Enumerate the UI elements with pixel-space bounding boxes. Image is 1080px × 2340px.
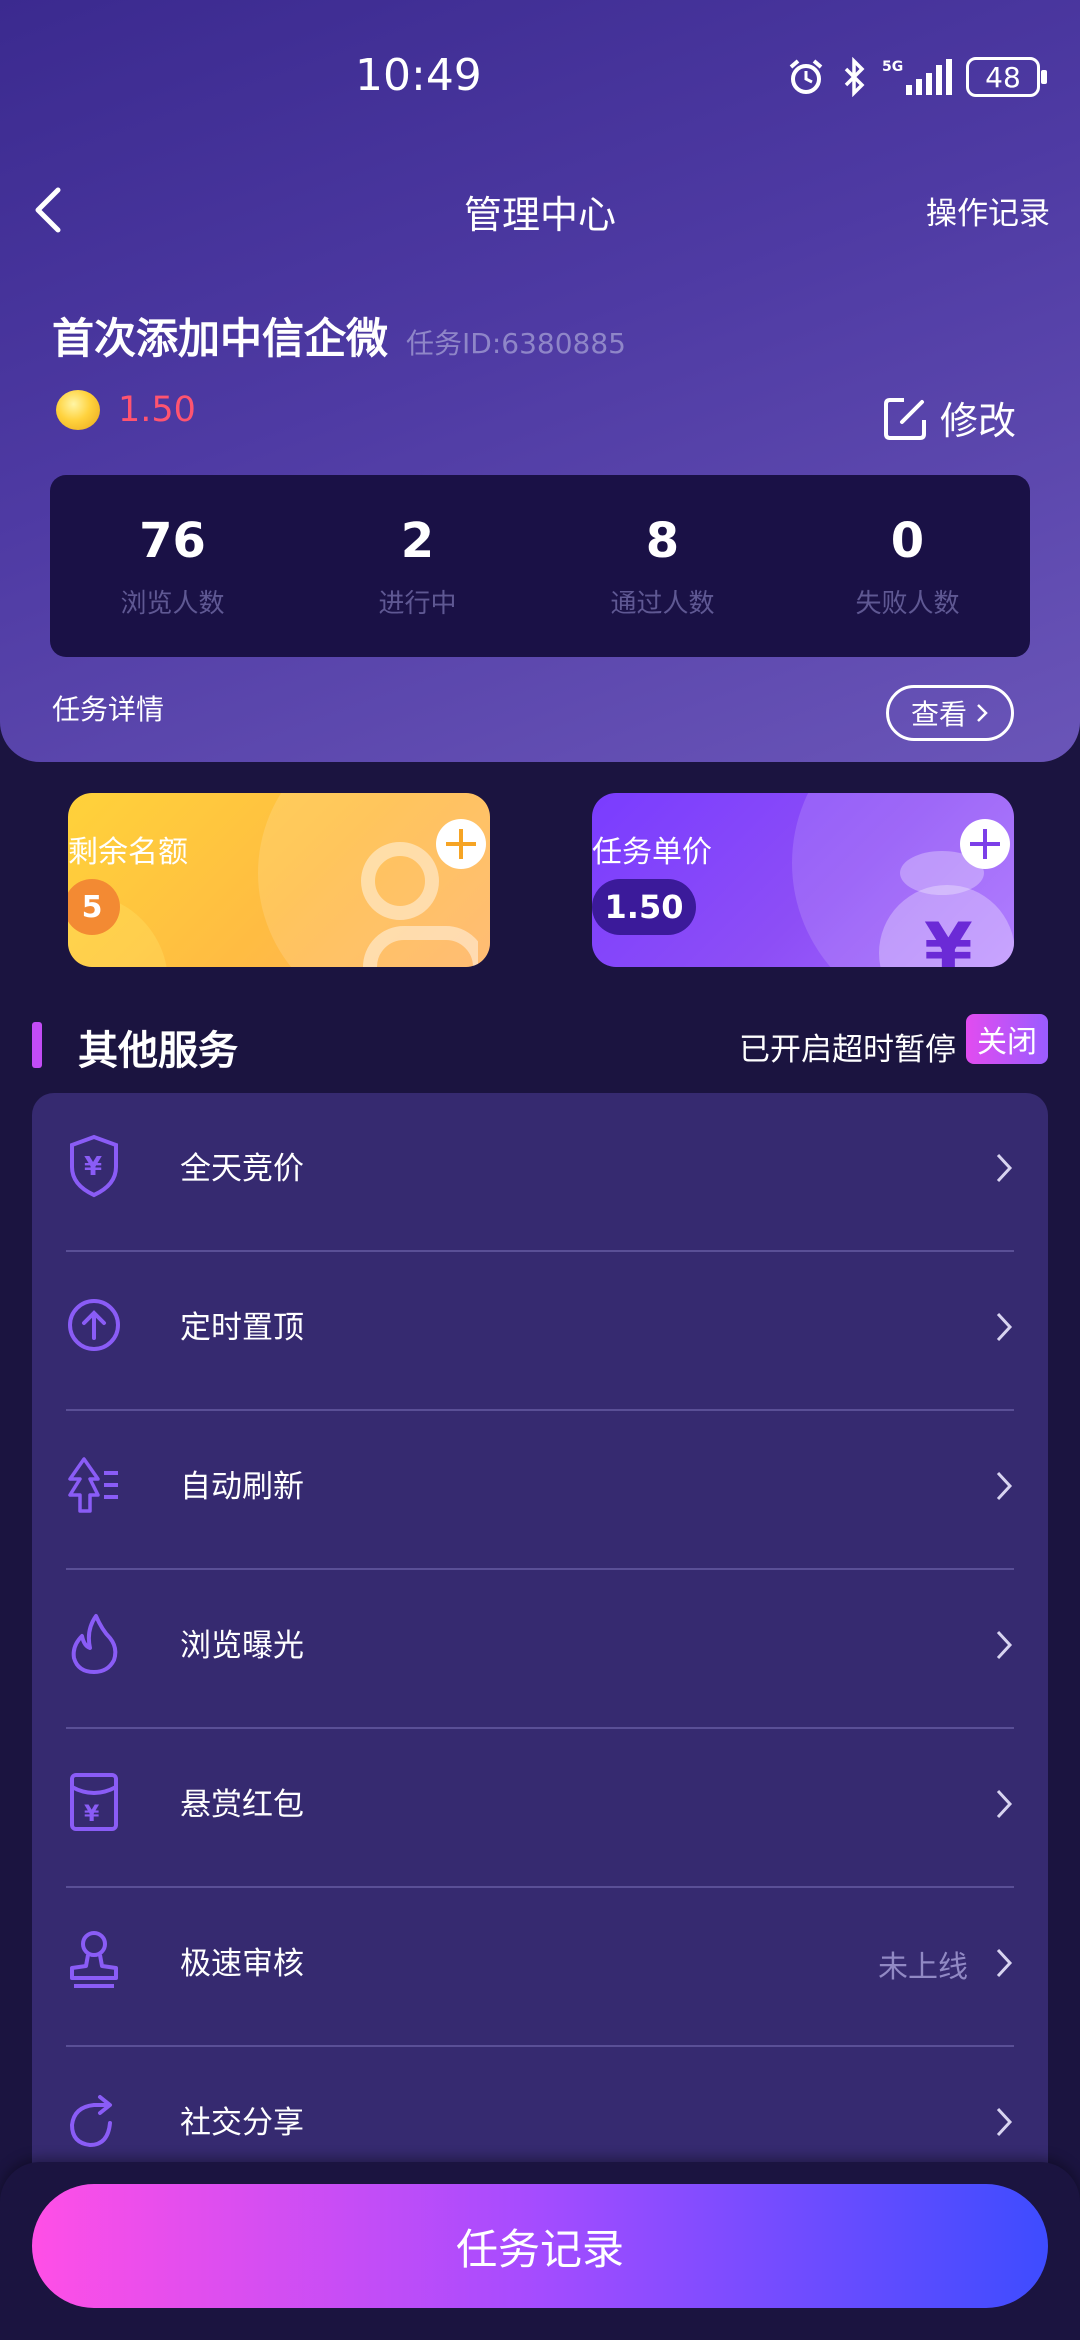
chevron-right-icon: [996, 1789, 1013, 1819]
page-title: 管理中心: [463, 193, 616, 237]
stat-value: 2: [400, 513, 435, 569]
task-record-button[interactable]: 任务记录: [32, 2184, 1048, 2308]
task-price: 1.50: [118, 390, 196, 430]
task-id: 任务ID:6380885: [406, 327, 626, 360]
stats-panel: 76 浏览人数 2 进行中 8 通过人数 0 失败人数: [50, 475, 1030, 657]
chevron-right-icon: [996, 1471, 1013, 1501]
status-icons: 5G 48: [786, 52, 1047, 102]
stat-failed: 0 失败人数: [785, 475, 1030, 657]
signal-5g-icon: 5G: [882, 59, 952, 95]
service-label: 悬赏红包: [180, 1787, 304, 1823]
task-title: 首次添加中信企微: [52, 314, 389, 363]
service-item-fast-review[interactable]: 极速审核 未上线: [66, 1888, 1014, 2047]
quota-label: 剩余名额: [68, 835, 188, 870]
close-pause-button[interactable]: 关闭: [966, 1014, 1048, 1064]
battery-indicator: 48: [966, 57, 1047, 97]
refresh-tree-icon: [68, 1457, 118, 1513]
stat-views: 76 浏览人数: [50, 475, 295, 657]
bluetooth-icon: [844, 57, 865, 97]
section-title: 其他服务: [78, 1028, 238, 1074]
stat-value: 76: [139, 513, 206, 569]
remaining-quota-card[interactable]: 剩余名额 5: [68, 793, 490, 967]
service-list: ¥ 全天竞价 定时置顶 自动刷新 浏览曝光 ¥ 悬赏红包 极速审核 未上线 社交…: [32, 1093, 1048, 2340]
service-item-auto-refresh[interactable]: 自动刷新: [66, 1411, 1014, 1570]
navigation-bar: 管理中心 操作记录: [0, 170, 1080, 250]
stat-value: 0: [890, 513, 925, 569]
service-item-bidding[interactable]: ¥ 全天竞价: [66, 1093, 1014, 1252]
service-item-scheduled-top[interactable]: 定时置顶: [66, 1252, 1014, 1411]
service-label: 极速审核: [180, 1946, 304, 1982]
service-label: 自动刷新: [180, 1469, 304, 1505]
add-quota-button[interactable]: [436, 819, 486, 869]
red-envelope-icon: ¥: [70, 1773, 118, 1831]
stat-label: 浏览人数: [120, 589, 225, 619]
chevron-right-icon: [996, 1153, 1013, 1183]
svg-text:¥: ¥: [924, 908, 973, 967]
bottom-action-bar: 任务记录: [0, 2162, 1080, 2340]
unit-price-value: 1.50: [592, 879, 696, 935]
svg-text:¥: ¥: [84, 1152, 102, 1182]
edit-button[interactable]: 修改: [882, 390, 1016, 445]
section-accent-bar: [32, 1022, 42, 1068]
shield-yen-icon: ¥: [70, 1134, 118, 1198]
task-price-row: 1.50: [56, 390, 196, 430]
svg-text:5G: 5G: [882, 59, 903, 75]
status-bar: 10:49 5G 48: [0, 0, 1080, 150]
view-label: 查看: [910, 698, 967, 731]
edit-label: 修改: [939, 399, 1016, 443]
coin-icon: [56, 390, 100, 430]
operation-log-link[interactable]: 操作记录: [926, 188, 1050, 233]
service-item-exposure[interactable]: 浏览曝光: [66, 1570, 1014, 1729]
unit-price-card[interactable]: ¥ 任务单价 1.50: [592, 793, 1014, 967]
stat-label: 通过人数: [610, 589, 715, 619]
chevron-right-icon: [996, 1312, 1013, 1342]
other-services-header: 其他服务 已开启超时暂停 关闭: [32, 1012, 1048, 1074]
unit-price-label: 任务单价: [592, 835, 712, 870]
service-label: 定时置顶: [180, 1310, 304, 1346]
stat-in-progress: 2 进行中: [295, 475, 540, 657]
status-time: 10:49: [355, 50, 482, 101]
alarm-icon: [789, 59, 823, 94]
view-details-button[interactable]: 查看: [886, 685, 1014, 741]
service-item-red-envelope[interactable]: ¥ 悬赏红包: [66, 1729, 1014, 1888]
chevron-right-icon: [977, 704, 988, 722]
chevron-right-icon: [996, 1948, 1013, 1978]
stamp-icon: [70, 1931, 118, 1988]
service-label: 浏览曝光: [180, 1628, 304, 1664]
flame-icon: [71, 1614, 118, 1674]
arrow-up-circle-icon: [68, 1299, 120, 1351]
stat-value: 8: [645, 513, 680, 569]
task-header: 首次添加中信企微 任务ID:6380885: [52, 305, 626, 366]
svg-text:¥: ¥: [84, 1802, 100, 1827]
add-price-button[interactable]: [960, 819, 1010, 869]
service-label: 全天竞价: [180, 1151, 304, 1187]
task-details-label: 任务详情: [52, 693, 165, 726]
stat-passed: 8 通过人数: [540, 475, 785, 657]
service-status: 未上线: [878, 1950, 968, 1985]
chevron-right-icon: [996, 1630, 1013, 1660]
stat-label: 进行中: [378, 589, 457, 619]
timeout-pause-status: 已开启超时暂停: [739, 1032, 956, 1068]
chevron-right-icon: [996, 2107, 1013, 2137]
service-label: 社交分享: [180, 2105, 304, 2141]
edit-icon: [883, 397, 926, 440]
stat-label: 失败人数: [855, 589, 960, 619]
share-icon: [69, 2095, 112, 2148]
